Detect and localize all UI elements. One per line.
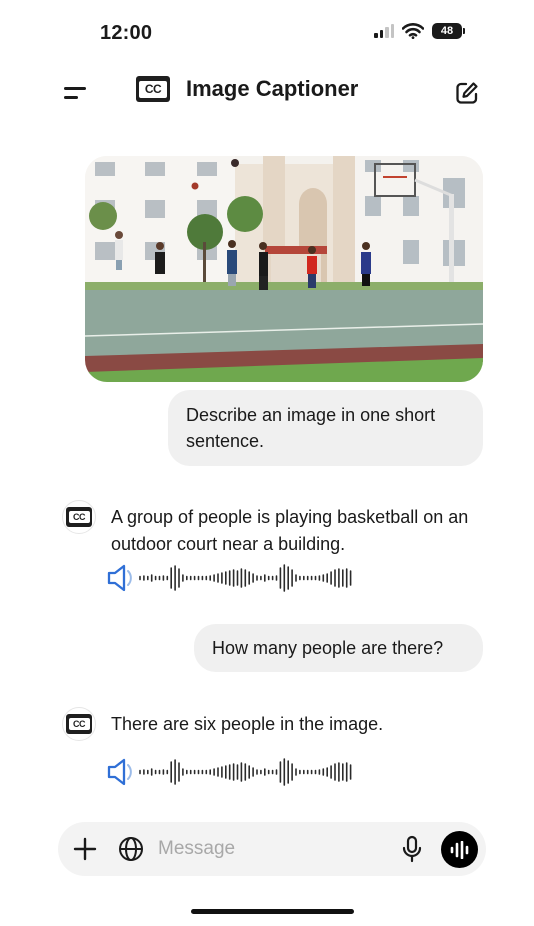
user-message: How many people are there?	[194, 624, 483, 672]
cc-logo-text: CC	[68, 718, 90, 730]
voice-mode-button[interactable]	[441, 831, 478, 868]
cc-logo-icon: CC	[136, 76, 170, 102]
message-composer	[58, 822, 486, 876]
status-icons: 48	[374, 23, 465, 39]
audio-playback	[106, 757, 353, 787]
cc-logo-text: CC	[68, 511, 90, 523]
photo-illustration	[85, 156, 483, 382]
speaker-icon[interactable]	[106, 563, 132, 593]
globe-icon[interactable]	[118, 836, 144, 862]
assistant-avatar: CC	[62, 707, 96, 741]
speaker-icon[interactable]	[106, 757, 132, 787]
battery-level: 48	[440, 25, 454, 37]
cc-logo-text: CC	[139, 80, 167, 98]
mic-icon[interactable]	[401, 835, 423, 863]
menu-icon[interactable]	[64, 84, 90, 102]
plus-icon[interactable]	[73, 837, 97, 861]
message-input[interactable]	[158, 832, 388, 866]
assistant-avatar: CC	[62, 500, 96, 534]
cc-logo-icon: CC	[66, 507, 92, 527]
wifi-icon	[402, 23, 424, 39]
battery-icon: 48	[432, 23, 465, 39]
signal-icon	[374, 24, 394, 38]
app-header: CC Image Captioner	[0, 72, 534, 112]
app-brand: CC Image Captioner	[136, 76, 358, 102]
assistant-message: There are six people in the image.	[111, 714, 384, 734]
status-time: 12:00	[100, 22, 153, 44]
voice-mode-icon	[450, 840, 468, 859]
audio-waveform-icon	[139, 758, 352, 786]
home-indicator	[191, 909, 354, 914]
assistant-message: A group of people is playing basketball …	[111, 507, 469, 554]
basketball-court-photo[interactable]	[85, 156, 483, 382]
audio-playback	[106, 563, 353, 593]
audio-waveform-icon	[139, 564, 352, 592]
cc-logo-icon: CC	[66, 714, 92, 734]
compose-icon[interactable]	[454, 80, 480, 106]
page-title: Image Captioner	[186, 76, 359, 101]
user-message: Describe an image in one short sentence.	[168, 390, 483, 466]
